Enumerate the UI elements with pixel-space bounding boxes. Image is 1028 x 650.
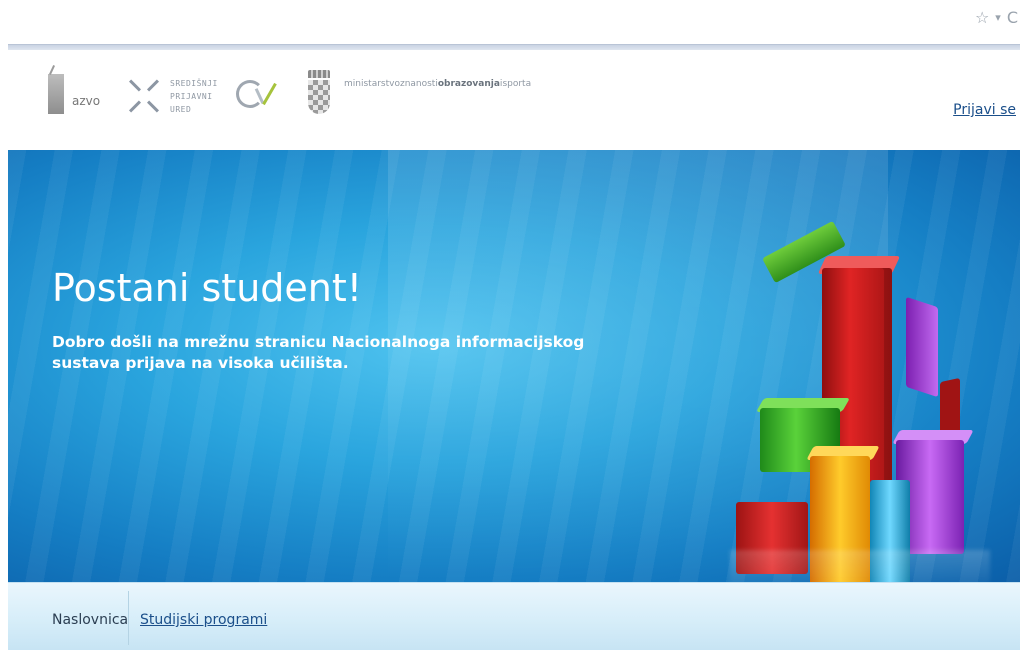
azvo-logo-text: azvo [72, 94, 101, 108]
site-header: azvo SREDIŠNJI PRIJAVNI URED ministarstv… [8, 50, 1020, 150]
ministry-text-part2: znanosti [399, 79, 438, 89]
spu-mark-icon [126, 76, 162, 116]
nav-item-studijski-programi[interactable]: Studijski programi [140, 612, 267, 628]
ncvvo-logo[interactable] [232, 78, 282, 112]
spu-logo[interactable]: SREDIŠNJI PRIJAVNI URED [126, 76, 218, 116]
ministry-logo-text: ministarstvoznanostiobrazovanjaisporta [344, 79, 531, 89]
ministry-text-part1: ministarstvo [344, 79, 400, 89]
hero-subtitle: Dobro došli na mrežnu stranicu Nacionaln… [52, 333, 585, 372]
azvo-logo[interactable]: azvo [48, 74, 100, 114]
dropdown-arrow-icon[interactable]: ▾ [995, 8, 1001, 28]
browser-toolbar-icons: ☆ ▾ C [975, 8, 1018, 28]
spu-logo-text: SREDIŠNJI PRIJAVNI URED [170, 77, 218, 116]
azvo-mark-icon [48, 74, 64, 114]
ministry-text-part5: sporta [502, 79, 532, 89]
spu-line-2: PRIJAVNI [170, 91, 213, 101]
login-link[interactable]: Prijavi se [953, 102, 1016, 118]
hero-title: Postani student! [52, 266, 363, 310]
ministry-text-part3: obrazovanja [437, 79, 500, 89]
reload-icon[interactable]: C [1007, 8, 1018, 28]
purple-block-upper [906, 296, 938, 398]
spu-line-1: SREDIŠNJI [170, 78, 218, 88]
colored-blocks-illustration [730, 220, 990, 582]
bookmark-star-icon[interactable]: ☆ [975, 8, 989, 28]
browser-toolbar: ☆ ▾ C [0, 0, 1028, 50]
spu-line-3: URED [170, 104, 192, 114]
nav-separator [128, 591, 129, 645]
ministry-logo[interactable]: ministarstvoznanostiobrazovanjaisporta [308, 70, 531, 114]
blocks-reflection [730, 550, 990, 582]
nav-item-naslovnica[interactable]: Naslovnica [52, 612, 128, 628]
main-navigation: Naslovnica Studijski programi [8, 582, 1020, 650]
croatian-crest-icon [308, 70, 330, 114]
ncvvo-mark-icon [232, 78, 282, 112]
hero-banner: Postani student! Dobro došli na mrežnu s… [8, 150, 1020, 582]
